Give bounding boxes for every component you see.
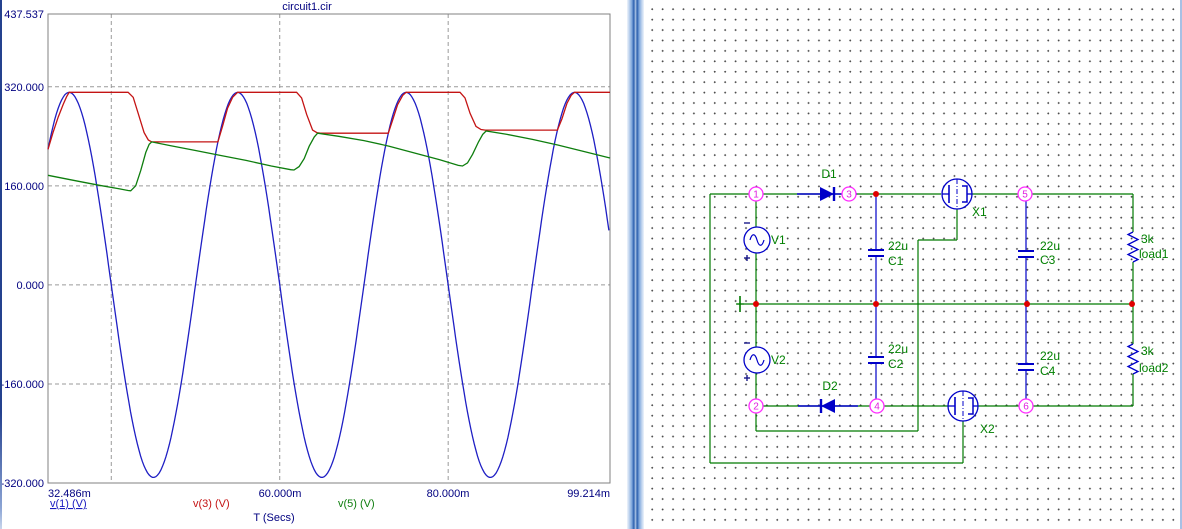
cap-C3[interactable]: 22uC3: [1018, 194, 1060, 304]
node-number: 4: [874, 402, 880, 413]
waveform-plot: circuit1.cir 437.537 320.000 160.000 0.0…: [0, 0, 627, 529]
node-badge-6: 6: [1019, 399, 1033, 413]
diode-triangle: [820, 187, 834, 201]
cap-name-label: C1: [888, 254, 904, 268]
resistor-zigzag: [1128, 344, 1138, 374]
y-tick-437: 437.537: [4, 9, 44, 21]
tube-X2[interactable]: X2: [948, 391, 995, 436]
source-label: V1: [771, 233, 786, 247]
node-badge-4: 4: [870, 399, 884, 413]
junction-dot: [1024, 301, 1030, 307]
cap-name-label: C4: [1040, 364, 1056, 378]
plot-grid: [48, 14, 610, 483]
resistor-value-label: 3k: [1141, 232, 1155, 246]
node-number: 3: [846, 190, 852, 201]
tube-label: X1: [972, 205, 987, 219]
x-tick-end: 99.214m: [567, 488, 610, 500]
node-number: 2: [753, 402, 759, 413]
plot-frame: [48, 14, 610, 483]
tube-label: X2: [980, 422, 995, 436]
cap-C1[interactable]: 22uC1: [868, 194, 908, 304]
node-number: 1: [753, 190, 759, 201]
source-V2[interactable]: V2: [744, 343, 786, 381]
resistor-zigzag: [1128, 232, 1138, 262]
resistor-name-label: load2: [1139, 361, 1169, 375]
legend-v1[interactable]: v(1) (V): [50, 498, 87, 510]
diode-label: D1: [821, 167, 837, 181]
y-tick-n320: -320.000: [1, 478, 44, 490]
junction-dot: [1129, 301, 1135, 307]
analysis-plot-pane[interactable]: circuit1.cir 437.537 320.000 160.000 0.0…: [0, 0, 627, 529]
schematic-pane[interactable]: 22uC122uC222uC322uC43kload13kload2D1D2V1…: [644, 0, 1182, 529]
diode-label: D2: [822, 379, 838, 393]
cap-value-label: 22u: [888, 239, 908, 253]
cap-C2[interactable]: 22uC2: [868, 304, 908, 406]
resistor-name-label: load1: [1139, 247, 1169, 261]
source-V1[interactable]: V1: [744, 223, 786, 261]
cap-name-label: C3: [1040, 253, 1056, 267]
junction-dot: [753, 301, 759, 307]
node-badge-3: 3: [842, 187, 856, 201]
node-number: 6: [1023, 402, 1029, 413]
junction-dot: [873, 301, 879, 307]
trace-v3: [48, 92, 610, 149]
resistor-load2[interactable]: 3k load2: [1128, 344, 1169, 375]
junction-dot: [873, 191, 879, 197]
trace-v5: [48, 131, 610, 191]
node-badge-1: 1: [749, 187, 763, 201]
pane-splitter[interactable]: [627, 0, 644, 529]
legend-v5[interactable]: v(5) (V): [338, 498, 375, 510]
diode-D2[interactable]: D2: [798, 379, 858, 413]
y-tick-160: 160.000: [4, 181, 44, 193]
legend-v3[interactable]: v(3) (V): [193, 498, 230, 510]
diode-triangle: [821, 399, 835, 413]
y-tick-320: 320.000: [4, 82, 44, 94]
cap-C4[interactable]: 22uC4: [1018, 304, 1060, 406]
y-tick-n160: -160.000: [1, 379, 44, 391]
resistor-value-label: 3k: [1141, 344, 1155, 358]
x-tick-60m: 60.000m: [259, 488, 302, 500]
node-badge-2: 2: [749, 399, 763, 413]
y-tick-0: 0.000: [16, 280, 44, 292]
tube-X1[interactable]: X1: [942, 179, 987, 219]
resistor-load1[interactable]: 3kload1: [1128, 232, 1169, 262]
cap-value-label: 22u: [1040, 349, 1060, 363]
cap-value-label: 22u: [888, 342, 908, 356]
node-number: 5: [1022, 190, 1028, 201]
x-tick-80m: 80.000m: [427, 488, 470, 500]
circuit-schematic: 22uC122uC222uC322uC43kload13kload2D1D2V1…: [644, 0, 1182, 529]
window-left-edge: [0, 0, 2, 529]
cap-value-label: 22u: [1040, 239, 1060, 253]
plot-title: circuit1.cir: [282, 1, 332, 13]
x-axis-label: T (Secs): [253, 512, 294, 524]
node-badge-5: 5: [1018, 187, 1032, 201]
cap-name-label: C2: [888, 357, 904, 371]
micro-cap-window: circuit1.cir 437.537 320.000 160.000 0.0…: [0, 0, 1182, 529]
source-label: V2: [771, 353, 786, 367]
